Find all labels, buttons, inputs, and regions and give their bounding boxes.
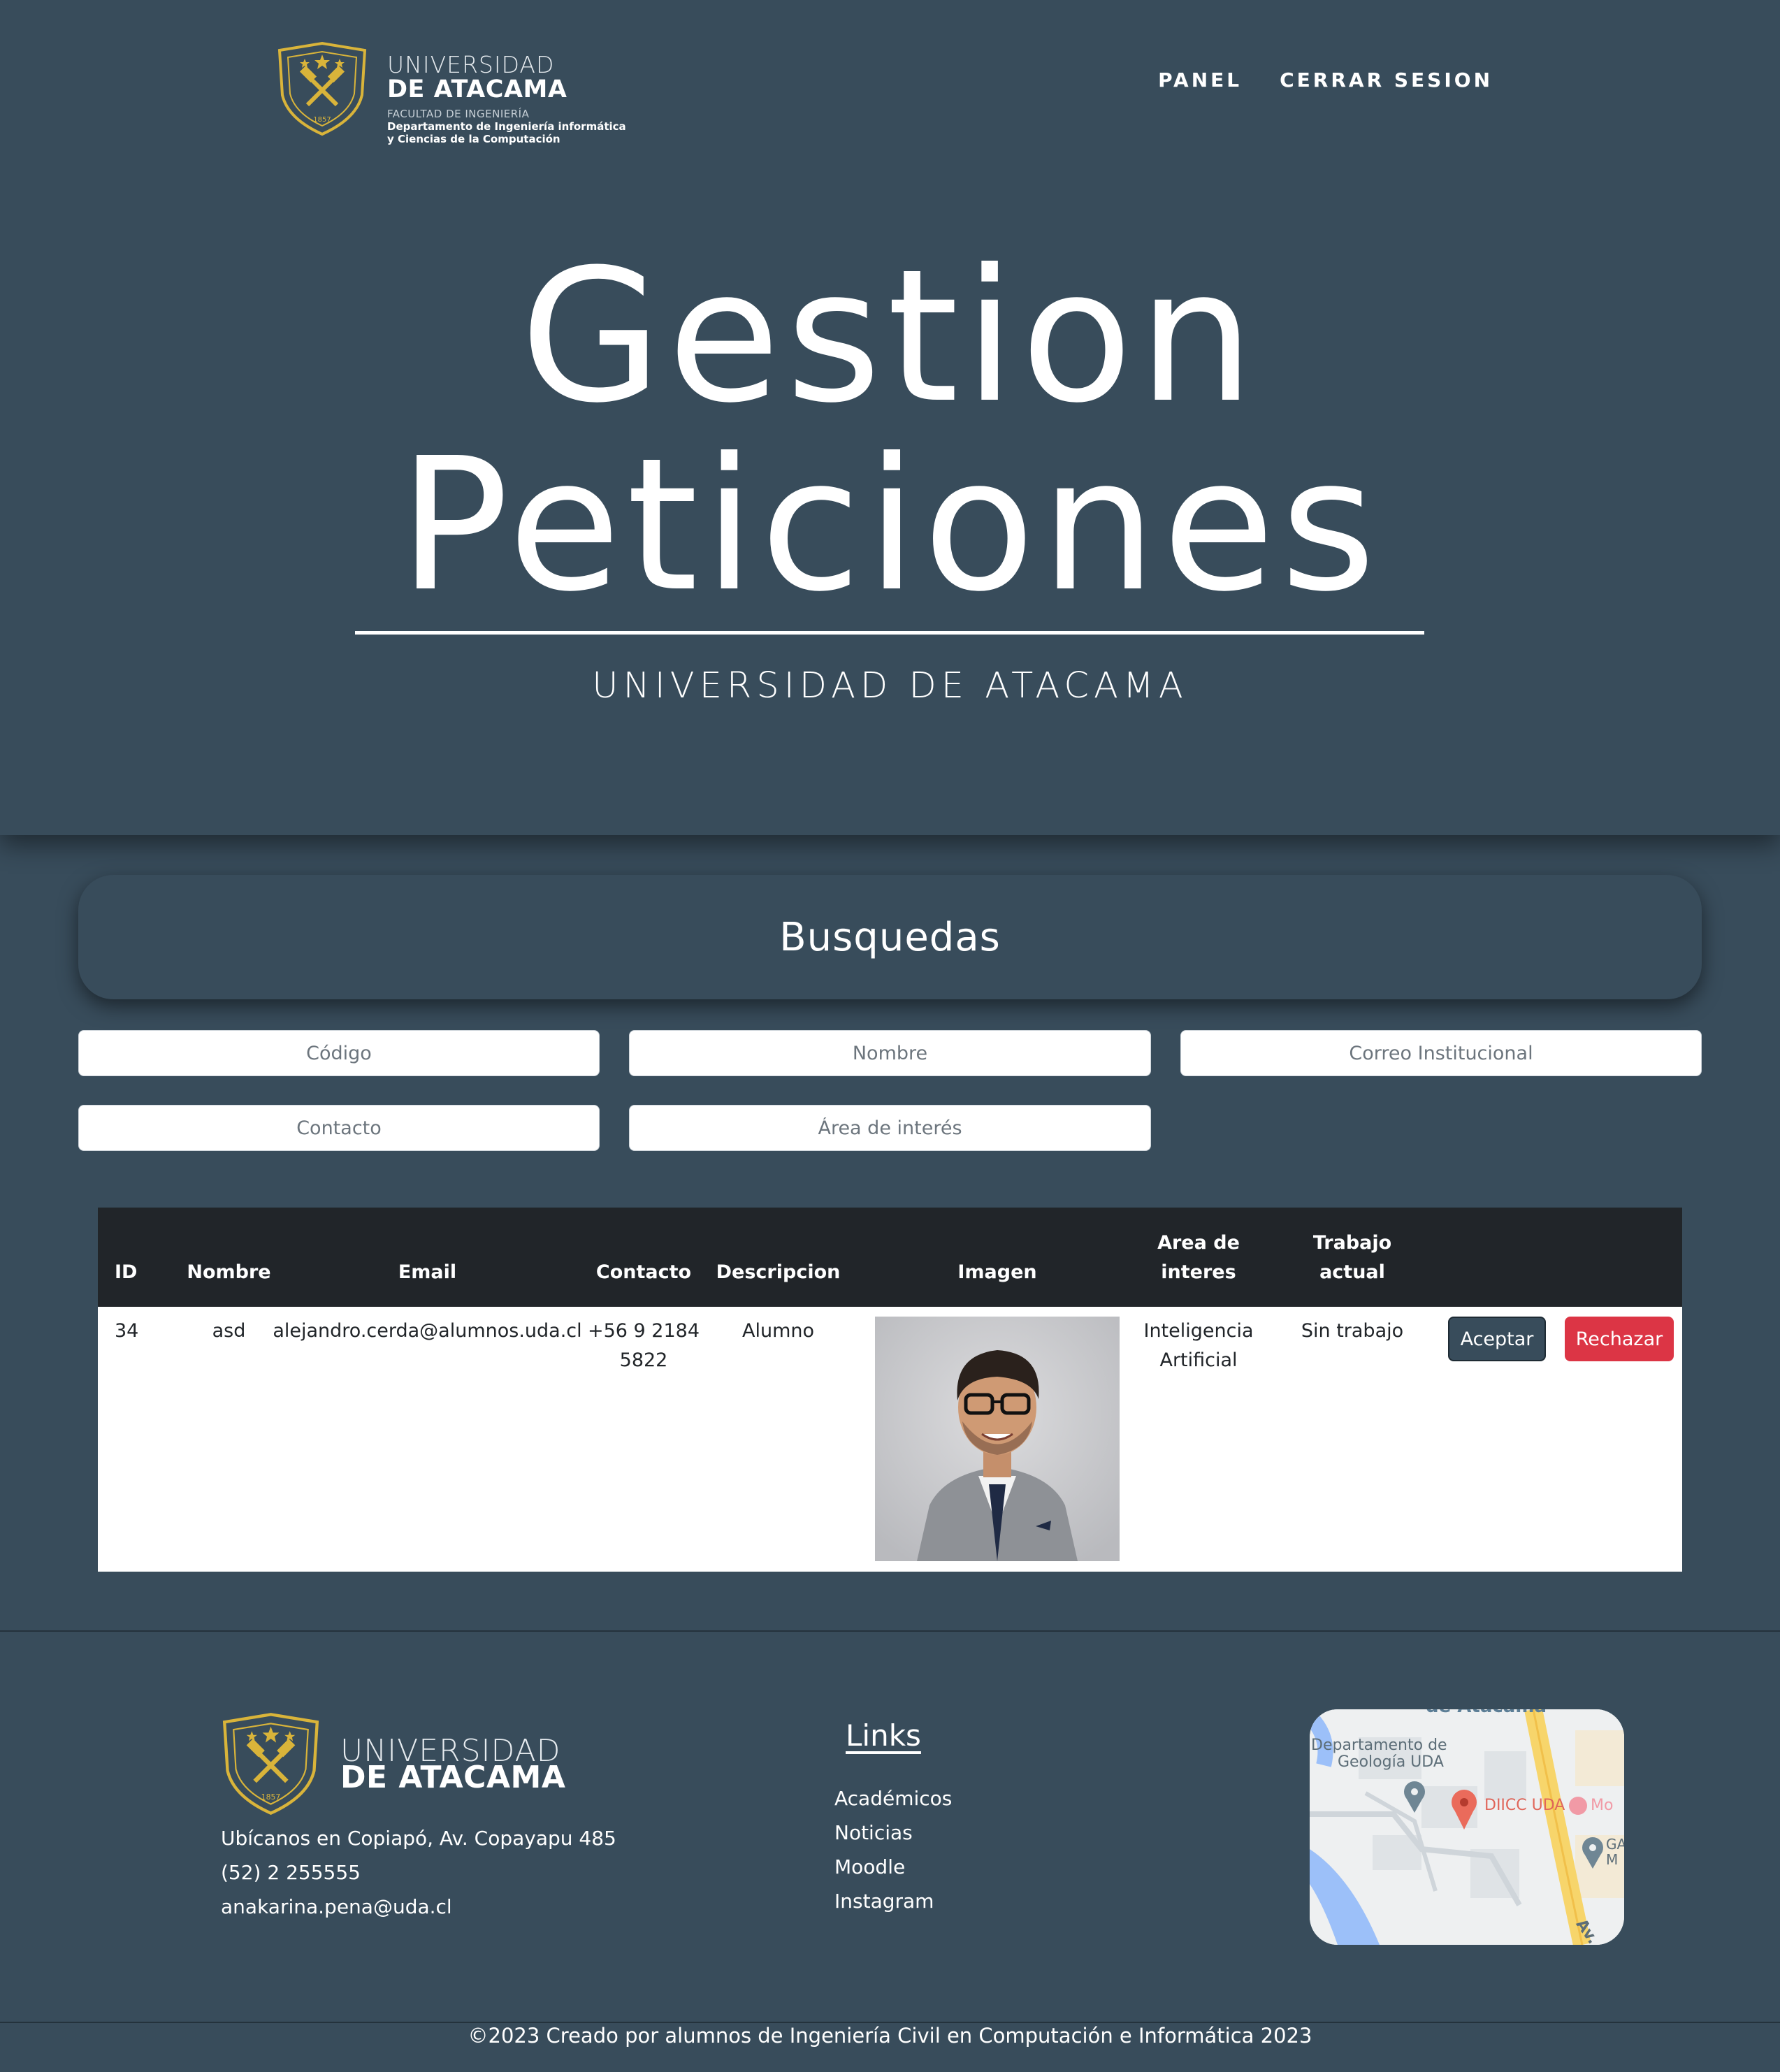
accept-button[interactable]: Aceptar	[1448, 1317, 1546, 1361]
logo-line-2: DE ATACAMA	[387, 75, 567, 103]
svg-text:Mo: Mo	[1591, 1797, 1613, 1814]
cell-trabajo: Sin trabajo	[1301, 1320, 1404, 1342]
cell-area-line-2: Artificial	[1159, 1349, 1238, 1371]
svg-text:Geología UDA: Geología UDA	[1338, 1753, 1444, 1771]
footer-divider	[0, 1630, 1780, 1632]
nav-logout-link[interactable]: CERRAR SESION	[1280, 68, 1493, 92]
table-header: ID Nombre Email Contacto Descripcion Ima…	[98, 1208, 1682, 1307]
correo-input[interactable]	[1180, 1030, 1702, 1076]
page-title-line-2: Peticiones	[398, 419, 1382, 632]
th-imagen: Imagen	[957, 1261, 1037, 1283]
reject-button[interactable]: Rechazar	[1565, 1317, 1674, 1361]
footer-links-title: Links	[846, 1718, 921, 1753]
th-area-line-2: interes	[1161, 1261, 1236, 1283]
map-graphic: de Atacama Departamento de Geología UDA …	[1310, 1709, 1624, 1945]
svg-text:1857: 1857	[261, 1792, 281, 1802]
th-contacto: Contacto	[595, 1261, 692, 1283]
nombre-input[interactable]	[629, 1030, 1151, 1076]
cell-nombre: asd	[212, 1320, 246, 1342]
footer-address: Ubícanos en Copiapó, Av. Copayapu 485	[221, 1827, 616, 1850]
location-map[interactable]: de Atacama Departamento de Geología UDA …	[1310, 1709, 1624, 1945]
university-crest-icon: 1857	[277, 41, 367, 136]
codigo-input[interactable]	[78, 1030, 600, 1076]
svg-text:1857: 1857	[313, 116, 331, 124]
cell-area-line-1: Inteligencia	[1143, 1320, 1254, 1342]
area-interes-input[interactable]	[629, 1105, 1151, 1151]
hero-header: 1857 UNIVERSIDAD DE ATACAMA FACULTAD DE …	[0, 0, 1780, 835]
footer-university-crest-icon: 1857	[222, 1713, 319, 1816]
footer-email: anakarina.pena@uda.cl	[221, 1895, 452, 1918]
nav-panel-link[interactable]: PANEL	[1158, 68, 1242, 92]
svg-text:M: M	[1606, 1851, 1618, 1868]
logo-department-line-1: Departamento de Ingeniería informática	[387, 120, 626, 133]
footer-logo-line-2: DE ATACAMA	[340, 1760, 566, 1795]
cell-descripcion: Alumno	[741, 1320, 815, 1342]
th-id: ID	[115, 1261, 138, 1283]
copyright-divider	[0, 2022, 1780, 2023]
logo-faculty: FACULTAD DE INGENIERÍA	[387, 108, 530, 120]
page-title-line-1: Gestion	[520, 230, 1260, 443]
footer-link-moodle[interactable]: Moodle	[834, 1855, 905, 1878]
logo-department-line-2: y Ciencias de la Computación	[387, 133, 560, 145]
copyright: ©2023 Creado por alumnos de Ingeniería C…	[468, 2024, 1312, 2048]
th-area-line-1: Area de	[1157, 1232, 1240, 1254]
th-trabajo-line-1: Trabajo	[1312, 1232, 1392, 1254]
cell-id: 34	[115, 1320, 139, 1342]
search-heading-card: Busquedas	[78, 875, 1702, 999]
th-nombre: Nombre	[187, 1261, 271, 1283]
svg-text:de Atacama: de Atacama	[1426, 1709, 1547, 1717]
title-divider	[355, 631, 1424, 635]
svg-text:DIICC UDA: DIICC UDA	[1484, 1797, 1565, 1814]
cell-contacto-line-1: +56 9 2184	[587, 1320, 700, 1342]
th-descripcion: Descripcion	[716, 1261, 841, 1283]
logo-line-1: UNIVERSIDAD	[387, 51, 555, 78]
search-heading: Busquedas	[779, 914, 1001, 960]
cell-email: alejandro.cerda@alumnos.uda.cl	[273, 1320, 582, 1342]
footer-link-noticias[interactable]: Noticias	[834, 1821, 913, 1844]
contacto-input[interactable]	[78, 1105, 600, 1151]
th-email: Email	[398, 1261, 457, 1283]
main-nav: PANEL CERRAR SESION	[1158, 68, 1493, 92]
applicant-photo	[875, 1317, 1120, 1561]
page-subtitle: UNIVERSIDAD DE ATACAMA	[592, 665, 1188, 707]
cell-contacto-line-2: 5822	[619, 1349, 668, 1371]
university-logo[interactable]: 1857 UNIVERSIDAD DE ATACAMA FACULTAD DE …	[273, 41, 626, 145]
svg-text:GA: GA	[1606, 1836, 1624, 1853]
th-trabajo-line-2: actual	[1319, 1261, 1385, 1283]
footer-phone: (52) 2 255555	[221, 1861, 361, 1884]
svg-text:Departamento de: Departamento de	[1311, 1737, 1447, 1754]
requests-table: ID Nombre Email Contacto Descripcion Ima…	[98, 1208, 1682, 1572]
footer-link-academicos[interactable]: Académicos	[834, 1787, 952, 1810]
footer-link-instagram[interactable]: Instagram	[834, 1890, 934, 1913]
